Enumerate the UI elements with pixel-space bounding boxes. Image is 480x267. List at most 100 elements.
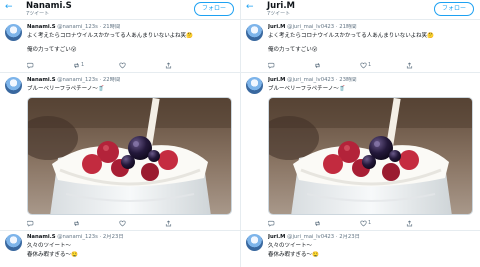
avatar[interactable] <box>5 234 22 251</box>
tweet-time[interactable]: 2月23日 <box>103 234 124 240</box>
avatar[interactable] <box>246 234 263 251</box>
tweet-author-name[interactable]: Nanami.S <box>27 234 56 240</box>
like-button[interactable] <box>119 220 135 228</box>
like-icon <box>360 220 367 227</box>
tweet-photo[interactable] <box>27 97 232 215</box>
tweet-text: 俺の力ってすごい😮 <box>268 47 318 53</box>
avatar[interactable] <box>246 24 263 41</box>
tweet-author-handle[interactable]: @nanami_123s <box>57 77 98 83</box>
tweet-author-name[interactable]: Juri.M <box>268 77 285 83</box>
share-icon <box>165 62 172 69</box>
tweet[interactable]: Nanami.S @nanami_123s · 22時間 ブルーベリーフラペチー… <box>0 73 240 231</box>
tweet-text: 久々のツイート〜 <box>268 243 313 249</box>
like-button[interactable]: 1 <box>360 220 376 228</box>
reply-icon <box>268 62 275 69</box>
tweet-count: 7ツイート <box>267 11 291 17</box>
like-icon <box>360 62 367 69</box>
meta-separator: · <box>335 24 338 30</box>
retweet-icon <box>74 220 79 227</box>
profile-name: Juri.M <box>267 1 296 11</box>
tweet-author-handle[interactable]: @nanami_123s <box>57 24 98 30</box>
tweet-text: よく考えたらコロナウイルスかかってる人あんまりいないよね笑🤔 <box>268 33 434 39</box>
share-button[interactable] <box>406 220 422 228</box>
profile-header: ← Juri.M 7ツイート フォロー <box>241 0 480 20</box>
retweet-button[interactable]: 1 <box>73 62 89 70</box>
retweet-count: 1 <box>81 62 85 68</box>
tweet-text: よく考えたらコロナウイルスかかってる人あんまりいないよね笑🤔 <box>27 33 193 39</box>
tweet-author-name[interactable]: Nanami.S <box>27 77 56 83</box>
tweet-actions <box>27 220 207 228</box>
tweet-time[interactable]: 22時間 <box>103 77 120 83</box>
meta-separator: · <box>335 77 338 83</box>
share-button[interactable] <box>406 62 422 70</box>
reply-button[interactable] <box>268 220 284 228</box>
reply-icon <box>268 220 275 227</box>
tweet[interactable]: Nanami.S @nanami_123s · 21時間 よく考えたらコロナウイ… <box>0 20 240 73</box>
tweet-author-name[interactable]: Juri.M <box>268 234 285 240</box>
tweet-author-name[interactable]: Nanami.S <box>27 24 56 30</box>
share-button[interactable] <box>165 62 181 70</box>
reply-button[interactable] <box>27 220 43 228</box>
avatar[interactable] <box>5 77 22 94</box>
tweet-text: ブルーベリーフラペチーノ〜🥤 <box>27 86 105 92</box>
share-button[interactable] <box>165 220 181 228</box>
share-icon <box>165 220 172 227</box>
meta-separator: · <box>99 77 102 83</box>
like-icon <box>119 220 126 227</box>
avatar[interactable] <box>5 24 22 41</box>
tweet-text: 久々のツイート〜 <box>27 243 72 249</box>
profile-header: ← Nanami.S 7ツイート フォロー <box>0 0 240 20</box>
follow-button[interactable]: フォロー <box>434 2 474 16</box>
tweet-meta: Nanami.S @nanami_123s · 2月23日 <box>27 234 236 241</box>
tweet-actions: 1 <box>27 62 207 70</box>
tweet-author-handle[interactable]: @juri_mai_lv0423 <box>287 234 334 240</box>
tweet-actions: 1 <box>268 62 448 70</box>
like-count: 1 <box>368 220 372 226</box>
retweet-icon <box>74 62 79 69</box>
tweet-photo[interactable] <box>268 97 473 215</box>
tweet-meta: Nanami.S @nanami_123s · 22時間 <box>27 77 236 84</box>
retweet-button[interactable] <box>314 220 330 228</box>
share-icon <box>406 62 413 69</box>
tweet-author-name[interactable]: Juri.M <box>268 24 285 30</box>
frappuccino-photo <box>28 98 231 214</box>
tweet[interactable]: Nanami.S @nanami_123s · 2月23日 久々のツイート〜 春… <box>0 231 240 267</box>
tweet[interactable]: Juri.M @juri_mai_lv0423 · 23時間 ブルーベリーフラペ… <box>241 73 480 231</box>
retweet-button[interactable] <box>314 62 330 70</box>
avatar[interactable] <box>246 77 263 94</box>
retweet-button[interactable] <box>73 220 89 228</box>
like-button[interactable]: 1 <box>360 62 376 70</box>
tweet-text: 春休み暇すぎる〜🤤 <box>27 252 78 258</box>
tweet-actions: 1 <box>268 220 448 228</box>
tweet-text: 俺の力ってすごい😮 <box>27 47 77 53</box>
meta-separator: · <box>335 234 338 240</box>
tweet-time[interactable]: 21時間 <box>339 24 356 30</box>
tweet-time[interactable]: 21時間 <box>103 24 120 30</box>
tweet-meta: Juri.M @juri_mai_lv0423 · 2月23日 <box>268 234 476 241</box>
profile-panel-juri: ← Juri.M 7ツイート フォロー Juri.M @juri_mai_lv0… <box>240 0 480 267</box>
tweet[interactable]: Juri.M @juri_mai_lv0423 · 2月23日 久々のツイート〜… <box>241 231 480 267</box>
tweet[interactable]: Juri.M @juri_mai_lv0423 · 21時間 よく考えたらコロナ… <box>241 20 480 73</box>
tweet-time[interactable]: 2月23日 <box>339 234 360 240</box>
share-icon <box>406 220 413 227</box>
tweet-author-handle[interactable]: @nanami_123s <box>57 234 98 240</box>
tweet-author-handle[interactable]: @juri_mai_lv0423 <box>287 24 334 30</box>
like-button[interactable] <box>119 62 135 70</box>
tweet-author-handle[interactable]: @juri_mai_lv0423 <box>287 77 334 83</box>
retweet-icon <box>315 220 320 227</box>
like-count: 1 <box>368 62 372 68</box>
tweet-time[interactable]: 23時間 <box>339 77 356 83</box>
follow-button[interactable]: フォロー <box>194 2 234 16</box>
tweet-text: 春休み暇すぎる〜🤤 <box>268 252 319 258</box>
back-arrow-icon[interactable]: ← <box>246 2 254 12</box>
tweet-count: 7ツイート <box>26 11 50 17</box>
frappuccino-photo <box>269 98 472 214</box>
tweet-meta: Juri.M @juri_mai_lv0423 · 21時間 <box>268 24 476 31</box>
back-arrow-icon[interactable]: ← <box>5 2 13 12</box>
reply-button[interactable] <box>268 62 284 70</box>
meta-separator: · <box>99 234 102 240</box>
profile-name: Nanami.S <box>26 1 72 11</box>
reply-button[interactable] <box>27 62 43 70</box>
reply-icon <box>27 62 34 69</box>
retweet-icon <box>315 62 320 69</box>
